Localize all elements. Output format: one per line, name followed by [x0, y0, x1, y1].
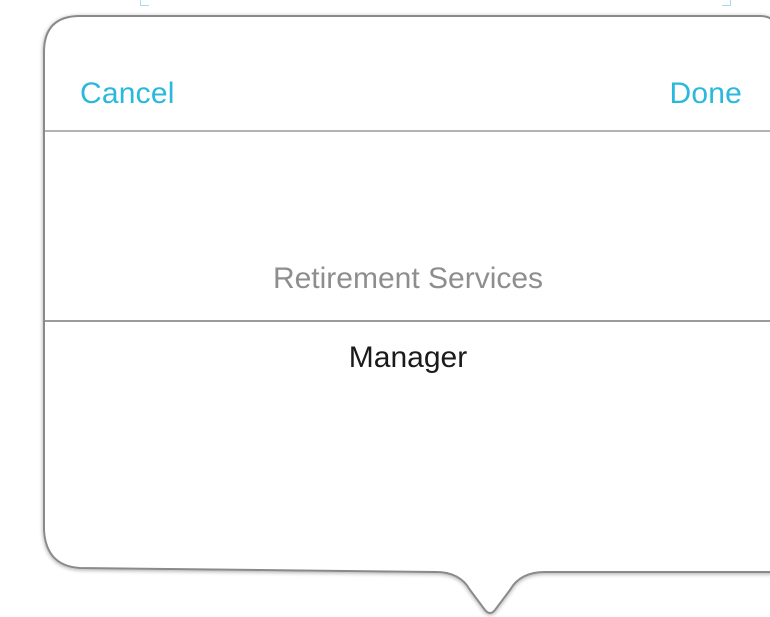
cancel-button[interactable]: Cancel	[80, 74, 175, 114]
picker-option-manager-selected[interactable]: Manager	[46, 338, 770, 378]
picker-wheel[interactable]: Retirement Services Manager	[46, 132, 770, 562]
picker-option-retirement-services[interactable]: Retirement Services	[46, 259, 770, 299]
popover-stage: Cancel Done Retirement Services Manager	[0, 0, 770, 617]
done-button[interactable]: Done	[669, 74, 742, 114]
